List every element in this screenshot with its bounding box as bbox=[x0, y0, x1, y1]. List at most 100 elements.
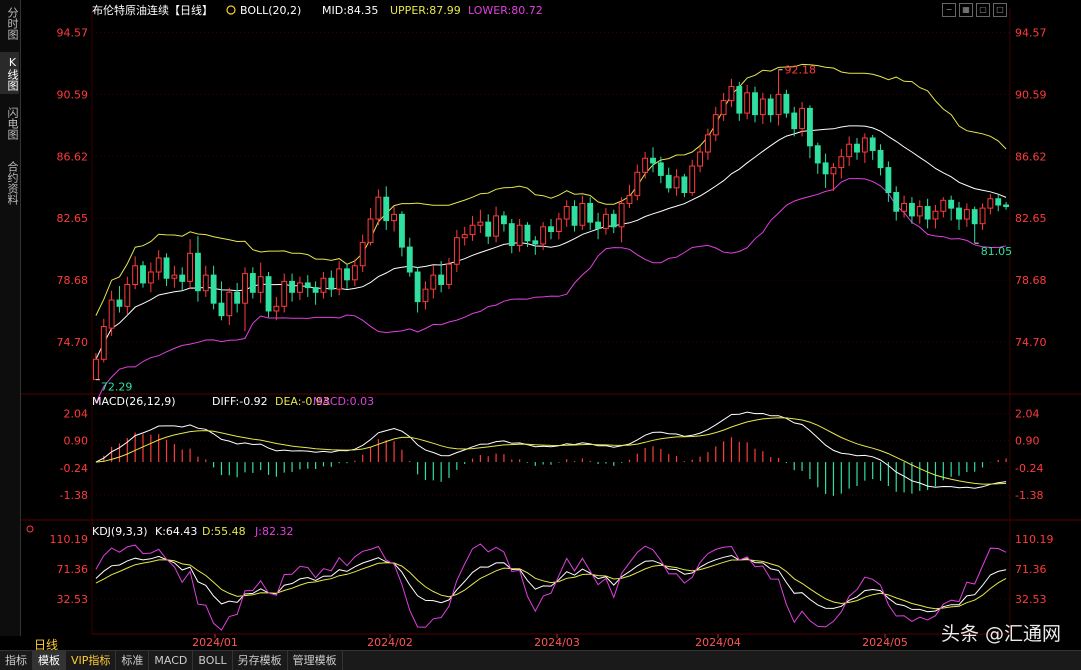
kdj-tick-right: 32.53 bbox=[1015, 593, 1047, 606]
candle-body bbox=[140, 265, 146, 284]
candle-body bbox=[673, 176, 680, 189]
candle-body bbox=[548, 226, 554, 232]
sidebar-tab-timeshare[interactable]: 分时图 bbox=[0, 4, 19, 42]
candle-body bbox=[610, 213, 617, 228]
price-tick-left: 86.62 bbox=[57, 150, 89, 163]
sidebar-tab-flash[interactable]: 闪电图 bbox=[0, 102, 19, 144]
candle-body bbox=[1003, 204, 1010, 208]
candle-body bbox=[948, 199, 955, 209]
candle-body bbox=[924, 206, 931, 220]
candle-body bbox=[493, 215, 500, 237]
candle-body bbox=[242, 273, 248, 304]
price-tick-right: 90.59 bbox=[1015, 89, 1047, 102]
grid-icon[interactable]: ▦ bbox=[959, 3, 973, 17]
tab-templates[interactable]: 模板 bbox=[33, 651, 66, 670]
candle-body bbox=[932, 210, 939, 220]
candle-body bbox=[587, 202, 594, 223]
macd-tick-right: -1.38 bbox=[1015, 489, 1043, 502]
candle-body bbox=[320, 277, 327, 293]
candlestick-chart[interactable]: 94.57 94.57 90.59 90.59 86.62 86.62 82.65 82.65… bbox=[0, 0, 1081, 650]
candle-body bbox=[414, 271, 421, 303]
low-annotation: 72.29 bbox=[101, 381, 133, 394]
candle-body bbox=[359, 241, 366, 267]
candle-body bbox=[446, 263, 452, 285]
candle-body bbox=[634, 171, 641, 197]
candle-body bbox=[956, 207, 962, 220]
boll-upper-label: UPPER:87.99 bbox=[390, 4, 461, 17]
candle-body bbox=[602, 213, 609, 229]
restore-icon[interactable]: ▢ bbox=[976, 3, 990, 17]
candle-body bbox=[108, 299, 115, 329]
macd-tick-left: 0.90 bbox=[64, 435, 89, 448]
candle-body bbox=[885, 167, 892, 194]
kdj-tick-left: 71.36 bbox=[57, 563, 89, 576]
macd-tick-right: -0.24 bbox=[1015, 462, 1043, 475]
tab-boll[interactable]: BOLL bbox=[193, 651, 233, 670]
candle-body bbox=[281, 280, 288, 307]
candle-body bbox=[351, 265, 358, 281]
sidebar-tab-contract-info[interactable]: 合约资料 bbox=[0, 155, 19, 211]
candle-body bbox=[626, 195, 633, 204]
candle-body bbox=[304, 282, 311, 289]
x-tick-label: 2024/01 bbox=[192, 636, 238, 649]
candle-body bbox=[791, 112, 798, 130]
candle-body bbox=[995, 198, 1002, 206]
candle-body bbox=[697, 151, 704, 167]
macd-value-label: MACD:0.03 bbox=[313, 395, 374, 408]
candle-body bbox=[571, 206, 578, 226]
tab-save-template[interactable]: 另存模板 bbox=[233, 651, 288, 670]
macd-tick-left: -1.38 bbox=[60, 489, 88, 502]
candle-body bbox=[375, 196, 382, 220]
candle-body bbox=[477, 221, 484, 226]
candle-body bbox=[438, 274, 445, 285]
candle-body bbox=[461, 234, 468, 239]
candle-body bbox=[704, 134, 711, 153]
kdj-tick-right: 71.36 bbox=[1015, 563, 1047, 576]
candle-body bbox=[650, 157, 656, 164]
candle-body bbox=[155, 257, 162, 273]
candle-body bbox=[759, 98, 766, 116]
candle-body bbox=[92, 358, 99, 381]
macd-tick-left: 2.04 bbox=[64, 408, 89, 421]
minus-icon[interactable]: − bbox=[942, 3, 956, 17]
candle-body bbox=[328, 277, 335, 290]
tab-macd[interactable]: MACD bbox=[149, 651, 194, 670]
candle-body bbox=[249, 273, 256, 293]
macd-title: MACD(26,12,9) bbox=[92, 395, 176, 408]
macd-diff-label: DIFF:-0.92 bbox=[212, 395, 268, 408]
candle-body bbox=[257, 276, 264, 293]
kdj-tick-right: 110.19 bbox=[1015, 533, 1054, 546]
candle-body bbox=[728, 86, 735, 102]
candle-body bbox=[869, 137, 876, 151]
maximize-icon[interactable]: □ bbox=[993, 3, 1007, 17]
sidebar-tab-kline[interactable]: K线图 bbox=[0, 52, 19, 94]
candle-body bbox=[265, 276, 272, 312]
candle-body bbox=[642, 157, 649, 173]
tab-manage-templates[interactable]: 管理模板 bbox=[288, 651, 343, 670]
candle-body bbox=[657, 162, 664, 176]
tab-indicators[interactable]: 指标 bbox=[0, 651, 33, 670]
candle-body bbox=[940, 199, 947, 212]
candle-body bbox=[689, 165, 696, 194]
candle-body bbox=[344, 268, 350, 281]
candle-body bbox=[681, 176, 688, 194]
candle-body bbox=[132, 265, 139, 285]
tab-vip-indicators[interactable]: VIP指标 bbox=[66, 651, 117, 670]
price-tick-right: 78.68 bbox=[1015, 274, 1047, 287]
candle-body bbox=[100, 326, 107, 360]
candle-body bbox=[736, 86, 743, 114]
candle-body bbox=[799, 107, 806, 130]
candle-body bbox=[336, 268, 343, 290]
candle-body bbox=[665, 174, 672, 189]
tab-standard[interactable]: 标准 bbox=[116, 651, 150, 670]
candle-body bbox=[147, 271, 154, 284]
candle-body bbox=[422, 288, 429, 303]
kdj-title: KDJ(9,3,3) bbox=[92, 525, 148, 538]
sidebar: 分时图 K线图 闪电图 合约资料 bbox=[0, 0, 21, 636]
candle-body bbox=[163, 257, 170, 279]
candle-body bbox=[618, 202, 625, 228]
candle-body bbox=[406, 246, 413, 273]
candle-body bbox=[540, 226, 547, 245]
candle-body bbox=[963, 209, 970, 220]
candle-body bbox=[979, 207, 986, 225]
